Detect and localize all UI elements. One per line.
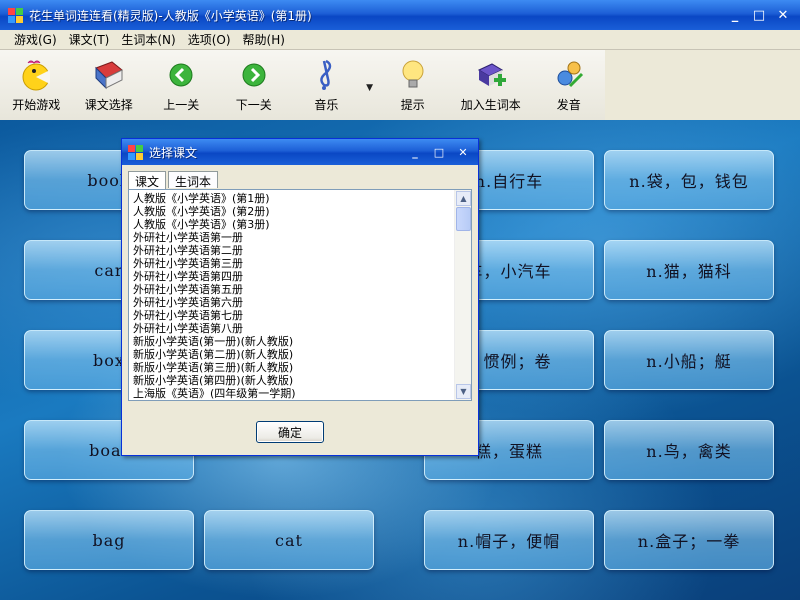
menu-vocab[interactable]: 生词本(N) [115, 31, 181, 48]
list-item[interactable]: 人教版《小学英语》(第2册) [133, 205, 453, 218]
list-item[interactable]: 人教版《小学英语》(第3册) [133, 218, 453, 231]
lightbulb-icon [395, 58, 431, 92]
ok-button[interactable]: 确定 [256, 421, 324, 443]
tab-text[interactable]: 课文 [128, 171, 167, 189]
list-item[interactable]: 外研社小学英语第七册 [133, 309, 453, 322]
toolbar-label: 开始游戏 [12, 98, 61, 112]
select-text-dialog: 选择课文 _ □ ✕ 课文 生词本 人教版《小学英语》(第1册) 人教版《小学英… [121, 138, 479, 456]
word-card[interactable]: n.帽子，便帽 [424, 510, 594, 570]
add-book-icon [473, 58, 509, 92]
toolbar-label: 加入生词本 [460, 98, 521, 112]
music-note-icon [308, 58, 344, 92]
toolbar-label: 下一关 [235, 98, 272, 112]
menu-help[interactable]: 帮助(H) [237, 31, 291, 48]
start-game-button[interactable]: 开始游戏 [0, 50, 73, 120]
list-item[interactable]: 外研社小学英语第一册 [133, 231, 453, 244]
list-item[interactable]: 新版小学英语(第一册)(新人教版) [133, 335, 453, 348]
toolbar-label: 上一关 [163, 98, 200, 112]
maximize-button[interactable]: □ [748, 4, 770, 26]
word-card[interactable]: bag [24, 510, 194, 570]
list-item[interactable]: 外研社小学英语第三册 [133, 257, 453, 270]
toolbar-label: 音乐 [314, 98, 339, 112]
list-item[interactable]: 人教版《小学英语》(第1册) [133, 192, 453, 205]
menu-options[interactable]: 选项(O) [182, 31, 237, 48]
arrow-right-icon [236, 58, 272, 92]
text-list: 人教版《小学英语》(第1册) 人教版《小学英语》(第2册) 人教版《小学英语》(… [133, 192, 453, 400]
dialog-logo-icon [128, 144, 143, 160]
list-item[interactable]: 外研社小学英语第六册 [133, 296, 453, 309]
next-level-button[interactable]: 下一关 [218, 50, 291, 120]
toolbar-label: 提示 [400, 98, 425, 112]
list-scrollbar[interactable]: ▲ ▼ [454, 190, 471, 400]
dialog-close-button[interactable]: ✕ [454, 143, 472, 161]
dialog-tabs: 课文 生词本 [128, 171, 219, 189]
list-item[interactable]: 上海版《英语》(四年级第一学期) [133, 387, 453, 400]
pronounce-button[interactable]: 发音 [532, 50, 605, 120]
word-card[interactable]: n.袋，包，钱包 [604, 150, 774, 210]
tab-vocab[interactable]: 生词本 [168, 171, 219, 189]
list-item[interactable]: 新版小学英语(第二册)(新人教版) [133, 348, 453, 361]
menu-text[interactable]: 课文(T) [63, 31, 116, 48]
text-listbox[interactable]: 人教版《小学英语》(第1册) 人教版《小学英语》(第2册) 人教版《小学英语》(… [128, 189, 472, 401]
add-vocab-button[interactable]: 加入生词本 [449, 50, 532, 120]
list-item[interactable]: 外研社小学英语第四册 [133, 270, 453, 283]
menu-bar: 游戏(G) 课文(T) 生词本(N) 选项(O) 帮助(H) [0, 30, 800, 50]
toolbar-label: 发音 [556, 98, 581, 112]
dialog-minimize-button[interactable]: _ [406, 143, 424, 161]
list-item[interactable]: 外研社小学英语第八册 [133, 322, 453, 335]
scroll-thumb[interactable] [456, 207, 471, 231]
minimize-button[interactable]: _ [724, 4, 746, 26]
list-item[interactable]: 新版小学英语(第三册)(新人教版) [133, 361, 453, 374]
window-title: 花生单词连连看(精灵版)-人教版《小学英语》(第1册) [29, 8, 312, 23]
word-card[interactable]: cat [204, 510, 374, 570]
close-button[interactable]: ✕ [772, 4, 794, 26]
dialog-titlebar: 选择课文 _ □ ✕ [122, 139, 478, 165]
hint-button[interactable]: 提示 [376, 50, 449, 120]
menu-game[interactable]: 游戏(G) [8, 31, 63, 48]
music-button[interactable]: 音乐 [290, 50, 363, 120]
word-card[interactable]: n.小船；艇 [604, 330, 774, 390]
prev-level-button[interactable]: 上一关 [145, 50, 218, 120]
word-card[interactable]: n.盒子；一拳 [604, 510, 774, 570]
toolbar: 开始游戏 课文选择 上一关 下一关 音乐 ▼ 提示 加入生词本 发音 [0, 50, 605, 120]
dialog-title: 选择课文 [149, 145, 198, 160]
toolbar-background [605, 50, 800, 120]
word-card[interactable]: n.猫，猫科 [604, 240, 774, 300]
select-text-button[interactable]: 课文选择 [73, 50, 146, 120]
toolbar-label: 课文选择 [84, 98, 133, 112]
scroll-up-icon[interactable]: ▲ [456, 191, 471, 206]
list-item[interactable]: 外研社小学英语第五册 [133, 283, 453, 296]
list-item[interactable]: 外研社小学英语第二册 [133, 244, 453, 257]
book-icon [91, 58, 127, 92]
word-card[interactable]: n.鸟，禽类 [604, 420, 774, 480]
dialog-maximize-button[interactable]: □ [430, 143, 448, 161]
app-logo-icon [8, 7, 23, 23]
pacman-icon [18, 58, 54, 92]
speaker-person-icon [551, 58, 587, 92]
scroll-down-icon[interactable]: ▼ [456, 384, 471, 399]
arrow-left-icon [163, 58, 199, 92]
window-titlebar: 花生单词连连看(精灵版)-人教版《小学英语》(第1册) _ □ ✕ [0, 0, 800, 30]
music-dropdown-icon[interactable]: ▼ [363, 50, 377, 120]
list-item[interactable]: 新版小学英语(第四册)(新人教版) [133, 374, 453, 387]
